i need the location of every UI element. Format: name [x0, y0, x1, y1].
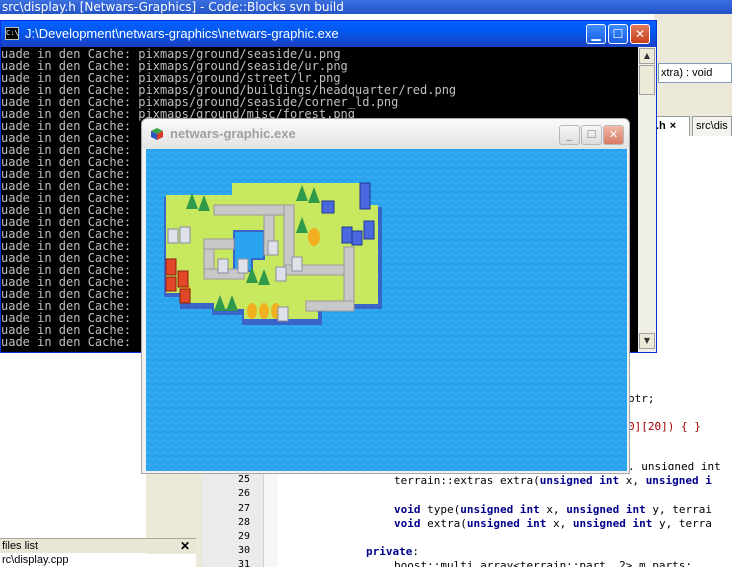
file-name: rc\display.cpp — [2, 554, 69, 566]
minimize-button[interactable]: _ — [559, 125, 580, 145]
line-number: 27 — [237, 503, 250, 514]
line-number: 25 — [237, 474, 250, 485]
tab-close-icon[interactable]: × — [670, 120, 676, 132]
close-button[interactable]: ✕ — [630, 24, 650, 44]
codeblocks-left-panel — [0, 350, 146, 540]
line-number: 31 — [237, 559, 250, 567]
close-icon: ✕ — [634, 27, 646, 41]
line-number: 29 — [237, 531, 250, 542]
function-selector-value: xtra) : void — [661, 67, 713, 79]
codeblocks-titlebar: src\display.h [Netwars-Graphics] - Code:… — [0, 0, 732, 14]
close-button[interactable]: ✕ — [603, 125, 624, 145]
editor-tab-src[interactable]: src\dis — [692, 116, 732, 136]
close-icon: ✕ — [608, 128, 619, 141]
line-number: 30 — [237, 545, 250, 556]
code-line-31: boost::multi_array<terrain::part, 2> m_p… — [394, 559, 693, 567]
game-titlebar[interactable]: netwars-graphic.exe — [142, 119, 629, 149]
line-number-gutter: 25 26 27 28 29 30 31 — [202, 470, 264, 567]
editor-area-visible-code[interactable]: ptr; 0][20]) { } , unsigned int — [628, 348, 732, 473]
cube-icon — [151, 128, 163, 140]
code-editor[interactable]: terrain::extras extra(unsigned int x, un… — [278, 470, 732, 567]
code-line-27: void type(unsigned int x, unsigned int y… — [394, 503, 712, 516]
console-scrollbar[interactable]: ▲ ▼ — [638, 47, 656, 352]
scroll-down-arrow-icon[interactable]: ▼ — [639, 333, 655, 349]
maximize-button[interactable]: ☐ — [608, 24, 628, 44]
code-fragment-ptr: ptr; — [628, 392, 655, 405]
code-fragment-array: 0][20]) { } — [628, 420, 701, 433]
editor-tab-label: .h — [656, 120, 666, 132]
files-list-header: files list ✕ — [0, 538, 196, 553]
console-titlebar[interactable]: C:\ J:\Development\netwars-graphics\netw… — [1, 21, 656, 47]
files-list-item[interactable]: rc\display.cpp — [0, 554, 196, 567]
code-line-28: void extra(unsigned int x, unsigned int … — [394, 517, 712, 530]
scroll-thumb[interactable] — [639, 65, 655, 95]
editor-tab-label: src\dis — [696, 120, 728, 132]
editor-tab-display-h[interactable]: .h × — [652, 116, 690, 136]
line-number: 26 — [237, 488, 250, 499]
function-selector[interactable]: xtra) : void — [658, 63, 732, 83]
minimize-icon: ▁ — [591, 27, 601, 41]
console-title: J:\Development\netwars-graphics\netwars-… — [25, 26, 339, 41]
game-canvas[interactable] — [146, 149, 627, 471]
game-window: netwars-graphic.exe _ ☐ ✕ — [141, 118, 630, 474]
scroll-up-arrow-icon[interactable]: ▲ — [639, 48, 655, 64]
game-title: netwars-graphic.exe — [170, 126, 296, 141]
maximize-icon: ☐ — [586, 128, 597, 141]
maximize-button[interactable]: ☐ — [581, 125, 602, 145]
files-list-title: files list — [2, 540, 39, 552]
console-line: uade in den Cache: — [1, 335, 132, 349]
code-line-30: private: — [366, 545, 419, 558]
code-line-25: terrain::extras extra(unsigned int x, un… — [394, 474, 712, 487]
minimize-icon: _ — [566, 128, 573, 141]
line-number: 28 — [237, 517, 250, 528]
maximize-icon: ☐ — [612, 27, 624, 41]
close-icon[interactable]: ✕ — [180, 539, 190, 553]
codeblocks-title: src\display.h [Netwars-Graphics] - Code:… — [2, 0, 344, 14]
minimize-button[interactable]: ▁ — [586, 24, 606, 44]
console-icon: C:\ — [5, 27, 19, 40]
fold-margin — [264, 470, 278, 567]
